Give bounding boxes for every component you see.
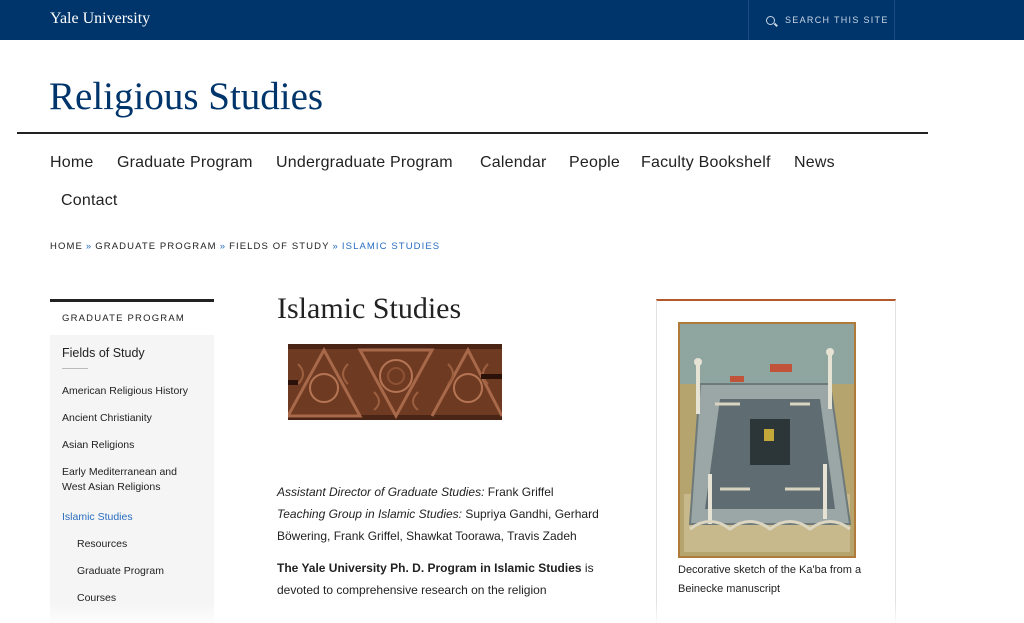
sidebar-section-title[interactable]: Fields of Study — [62, 346, 145, 360]
scroll-fade — [0, 603, 1024, 623]
breadcrumb-separator: » — [85, 241, 93, 252]
sidebar-item-asian-religions[interactable]: Asian Religions — [62, 438, 134, 453]
sidebar-item-american-religious-history[interactable]: American Religious History — [62, 384, 188, 399]
yale-wordmark[interactable]: Yale University — [50, 10, 150, 28]
sidebar-subitem-resources[interactable]: Resources — [77, 537, 127, 552]
feature-image-card: Decorative sketch of the Ka'ba from a Be… — [656, 299, 896, 623]
page-title: Islamic Studies — [277, 292, 462, 325]
sidebar-item-early-mediterranean[interactable]: Early Mediterranean and West Asian Relig… — [62, 465, 202, 495]
section-sidebar: GRADUATE PROGRAM Fields of Study America… — [50, 299, 214, 623]
ads-name: Frank Griffel — [484, 485, 554, 499]
site-title[interactable]: Religious Studies — [49, 74, 323, 119]
intro-text: Assistant Director of Graduate Studies: … — [277, 481, 607, 601]
breadcrumb-current: ISLAMIC STUDIES — [341, 241, 441, 252]
carved-wood-banner-image — [288, 344, 502, 420]
kaaba-sketch-image — [678, 322, 856, 558]
carving-pattern — [288, 344, 502, 420]
program-title: The Yale University Ph. D. Program in Is… — [277, 561, 582, 575]
nav-item-calendar[interactable]: Calendar — [480, 154, 547, 172]
image-caption: Decorative sketch of the Ka'ba from a Be… — [678, 564, 862, 595]
site-search-button[interactable]: SEARCH THIS SITE — [748, 0, 895, 40]
title-divider — [17, 132, 928, 134]
sidebar-item-ancient-christianity[interactable]: Ancient Christianity — [62, 411, 152, 426]
nav-item-undergraduate-program[interactable]: Undergraduate Program — [276, 154, 453, 172]
ads-label: Assistant Director of Graduate Studies: — [277, 485, 485, 499]
sidebar-heading[interactable]: GRADUATE PROGRAM — [62, 313, 185, 324]
nav-item-home[interactable]: Home — [50, 154, 93, 172]
breadcrumb: HOME» GRADUATE PROGRAM» FIELDS OF STUDY» IS… — [50, 241, 440, 252]
nav-item-graduate-program[interactable]: Graduate Program — [117, 154, 253, 172]
search-icon — [766, 15, 775, 25]
kaaba-sketch-illustration — [680, 324, 854, 556]
teaching-group-label: Teaching Group in Islamic Studies: — [277, 507, 462, 521]
sidebar-subitem-graduate-program[interactable]: Graduate Program — [77, 564, 164, 579]
breadcrumb-separator: » — [332, 241, 339, 252]
nav-item-faculty-bookshelf[interactable]: Faculty Bookshelf — [641, 154, 771, 172]
breadcrumb-fields-of-study[interactable]: FIELDS OF STUDY — [229, 241, 329, 252]
sidebar-top-rule — [50, 299, 214, 302]
nav-item-contact[interactable]: Contact — [61, 192, 118, 210]
sidebar-item-islamic-studies[interactable]: Islamic Studies — [62, 510, 133, 525]
program-paragraph: The Yale University Ph. D. Program in Is… — [277, 557, 607, 601]
breadcrumb-home[interactable]: HOME — [50, 241, 83, 252]
sidebar-section-underline — [62, 368, 88, 369]
breadcrumb-separator: » — [219, 241, 227, 252]
top-bar: Yale University SEARCH THIS SITE — [0, 0, 1024, 40]
search-label: SEARCH THIS SITE — [785, 15, 889, 25]
nav-item-people[interactable]: People — [569, 154, 620, 172]
breadcrumb-graduate-program[interactable]: GRADUATE PROGRAM — [95, 241, 216, 252]
directors-paragraph: Assistant Director of Graduate Studies: … — [277, 481, 607, 547]
nav-item-news[interactable]: News — [794, 154, 835, 172]
